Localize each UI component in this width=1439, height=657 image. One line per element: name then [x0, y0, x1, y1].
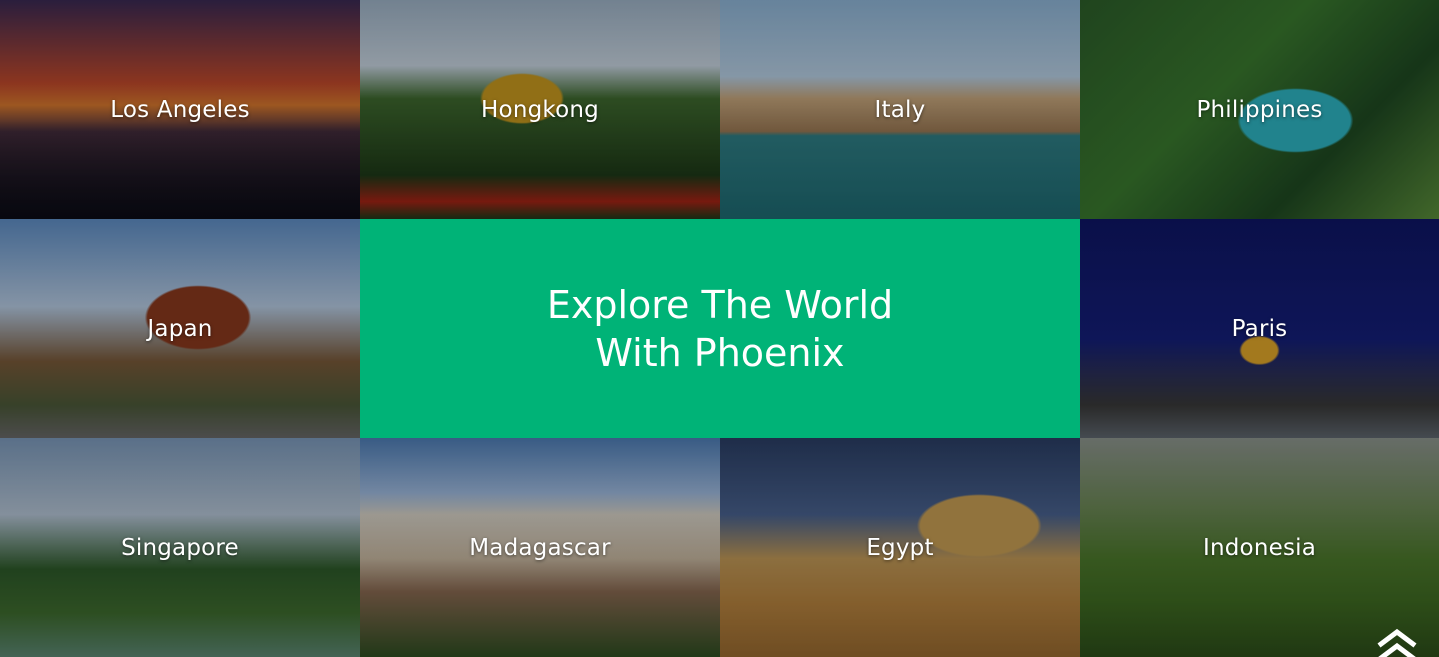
destination-tile-singapore[interactable]: Singapore — [0, 438, 360, 657]
destination-tile-italy[interactable]: Italy — [720, 0, 1080, 219]
hero-title: Explore The World With Phoenix — [547, 281, 893, 377]
destination-label: Philippines — [1196, 96, 1323, 123]
destination-label: Italy — [874, 96, 926, 123]
destination-label: Madagascar — [469, 534, 611, 561]
destination-tile-hongkong[interactable]: Hongkong — [360, 0, 720, 219]
destination-label: Paris — [1231, 315, 1288, 342]
destination-label: Egypt — [866, 534, 934, 561]
destination-tile-philippines[interactable]: Philippines — [1080, 0, 1439, 219]
destination-tile-indonesia[interactable]: Indonesia — [1080, 438, 1439, 657]
destination-tile-egypt[interactable]: Egypt — [720, 438, 1080, 657]
destination-tile-los-angeles[interactable]: Los Angeles — [0, 0, 360, 219]
destination-tile-paris[interactable]: Paris — [1080, 219, 1439, 438]
hero-title-line-1: Explore The World — [546, 282, 894, 327]
destination-label: Singapore — [121, 534, 239, 561]
double-chevron-up-icon — [1377, 628, 1417, 657]
scroll-to-top-button[interactable] — [1375, 627, 1419, 657]
hero-banner: Explore The World With Phoenix — [360, 219, 1080, 438]
destination-tile-madagascar[interactable]: Madagascar — [360, 438, 720, 657]
destination-label: Los Angeles — [110, 96, 250, 123]
destination-grid: Los Angeles Hongkong Italy Philippines J… — [0, 0, 1439, 657]
destination-tile-japan[interactable]: Japan — [0, 219, 360, 438]
destination-label: Hongkong — [481, 96, 599, 123]
hero-title-line-2: With Phoenix — [595, 330, 845, 375]
destination-label: Japan — [147, 315, 213, 342]
destination-label: Indonesia — [1202, 534, 1317, 561]
